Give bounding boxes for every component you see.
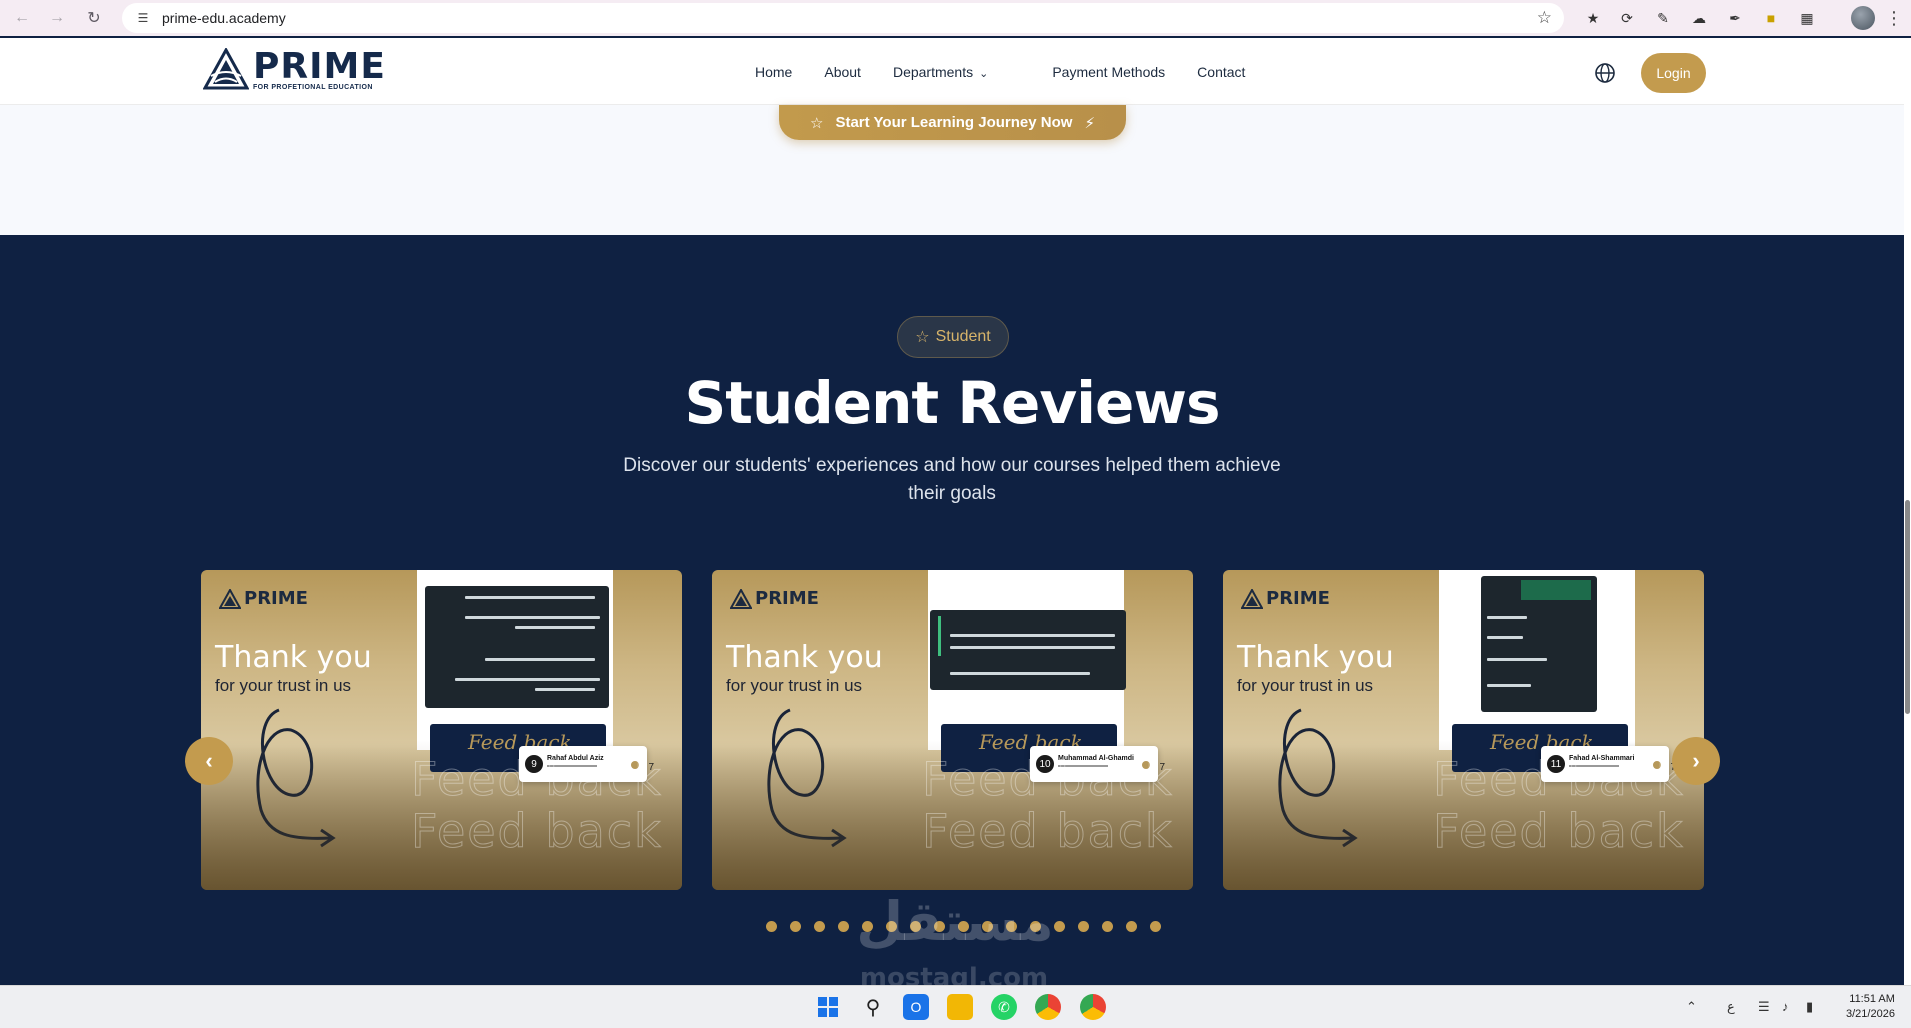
- system-clock[interactable]: 11:51 AM 3/21/2026: [1846, 992, 1895, 1022]
- clock-time: 11:51 AM: [1849, 993, 1895, 1005]
- forward-icon[interactable]: →: [40, 1, 74, 35]
- card-logo: PRIME: [1241, 588, 1330, 609]
- nav-departments-label: Departments: [892, 64, 974, 80]
- section-title: Student Reviews: [684, 369, 1221, 437]
- student-reviews-section: ☆ Student Student Reviews Discover our s…: [0, 235, 1904, 985]
- card-logo-word: PRIME: [244, 588, 308, 609]
- clock-date: 3/21/2026: [1846, 1008, 1895, 1020]
- trust-text: for your trust in us: [1237, 676, 1374, 695]
- carousel-dot[interactable]: [1102, 921, 1113, 932]
- card-logo-word: PRIME: [1266, 588, 1330, 609]
- card-logo-word: PRIME: [755, 588, 819, 609]
- thank-you-text: Thank you: [215, 640, 372, 675]
- feedback-outline: Feed back: [1433, 752, 1685, 807]
- feedback-outline: Feed back: [922, 804, 1174, 859]
- review-card[interactable]: PRIME Thank you for your trust in us Fee…: [201, 570, 682, 890]
- feedback-outline: Feed back: [1433, 804, 1685, 859]
- bolt-icon: ⚡︎: [1084, 114, 1095, 132]
- search-icon[interactable]: ⚲: [860, 994, 886, 1020]
- battery-icon[interactable]: ▮: [1806, 999, 1813, 1015]
- menu-kebab-icon[interactable]: ⋮: [1885, 6, 1903, 30]
- trust-text: for your trust in us: [726, 676, 863, 695]
- volume-icon[interactable]: ♪: [1782, 999, 1789, 1014]
- prime-logo-icon: [1241, 588, 1263, 609]
- page-scrollbar[interactable]: [1904, 38, 1911, 985]
- hero-section: ☆ Start Your Learning Journey Now ⚡︎: [0, 105, 1904, 235]
- badge-extension-icon[interactable]: ■: [1759, 6, 1783, 30]
- whatsapp-icon[interactable]: ✆: [991, 994, 1017, 1020]
- wifi-icon[interactable]: ☰: [1758, 999, 1770, 1015]
- scrollbar-thumb[interactable]: [1905, 500, 1910, 714]
- star-icon: ☆: [810, 114, 824, 132]
- prime-logo-icon: [219, 588, 241, 609]
- carousel-dot[interactable]: [790, 921, 801, 932]
- bookmark-star-icon[interactable]: ☆: [1537, 8, 1552, 28]
- prime-logo-icon: [730, 588, 752, 609]
- review-card[interactable]: PRIME Thank you for your trust in us Fee…: [1223, 570, 1704, 890]
- browser-toolbar: ← → ↻ ☰ prime-edu.academy ☆ ★ ⟳ ✎ ☁ ✒ ■ …: [0, 0, 1911, 36]
- logo-tagline: FOR PROFETIONAL EDUCATION: [253, 83, 373, 91]
- thank-you-text: Thank you: [1237, 640, 1394, 675]
- prime-logo-icon: [203, 48, 249, 90]
- card-logo: PRIME: [730, 588, 819, 609]
- cloud-icon[interactable]: ☁: [1687, 6, 1711, 30]
- chrome-icon[interactable]: [1035, 994, 1061, 1020]
- feedback-outline: Feed back: [922, 752, 1174, 807]
- profile-avatar[interactable]: [1851, 6, 1875, 30]
- login-button[interactable]: Login: [1641, 53, 1706, 93]
- extension-icon[interactable]: ★: [1581, 6, 1605, 30]
- edit-icon[interactable]: ✎: [1651, 6, 1675, 30]
- outlook-icon[interactable]: O: [903, 994, 929, 1020]
- address-bar[interactable]: ☰ prime-edu.academy ☆: [122, 3, 1564, 33]
- nav-departments[interactable]: Departments ⌄: [893, 64, 1020, 80]
- watermark-logo: مستقل: [856, 890, 1054, 953]
- chevron-down-icon: ⌄: [979, 68, 989, 80]
- feedback-outline: Feed back: [411, 752, 663, 807]
- address-url: prime-edu.academy: [162, 10, 286, 26]
- carousel-dot[interactable]: [1126, 921, 1137, 932]
- reload-icon[interactable]: ↻: [77, 1, 111, 35]
- site-header: PRIME FOR PROFETIONAL EDUCATION Home Abo…: [0, 38, 1904, 105]
- puzzle-icon[interactable]: ▦: [1795, 6, 1819, 30]
- thank-you-text: Thank you: [726, 640, 883, 675]
- chat-screenshot: [425, 586, 609, 708]
- student-badge: ☆ Student: [897, 316, 1009, 358]
- site-logo[interactable]: PRIME FOR PROFETIONAL EDUCATION: [203, 48, 386, 92]
- windows-taskbar: ⚲ O ✆ ⌃ ع ☰ ♪ ▮ 11:51 AM 3/21/2026: [0, 985, 1911, 1028]
- start-journey-label: Start Your Learning Journey Now: [835, 114, 1073, 131]
- chrome-profile-icon[interactable]: [1080, 994, 1106, 1020]
- trust-text: for your trust in us: [215, 676, 352, 695]
- site-info-icon[interactable]: ☰: [134, 9, 152, 27]
- feedback-outline: Feed back: [411, 804, 663, 859]
- main-nav: Home About Departments ⌄ Payment Methods …: [755, 64, 1277, 80]
- nav-contact[interactable]: Contact: [1197, 64, 1245, 80]
- input-language[interactable]: ع: [1727, 999, 1735, 1015]
- card-logo: PRIME: [219, 588, 308, 609]
- chat-screenshot: [930, 610, 1126, 690]
- nav-home[interactable]: Home: [755, 64, 792, 80]
- start-journey-button[interactable]: ☆ Start Your Learning Journey Now ⚡︎: [779, 105, 1126, 140]
- watermark-url: mostaql.com: [859, 963, 1049, 985]
- eyedropper-icon[interactable]: ✒: [1723, 6, 1747, 30]
- sync-icon[interactable]: ⟳: [1615, 6, 1639, 30]
- carousel-dot[interactable]: [766, 921, 777, 932]
- star-icon: ☆: [915, 329, 930, 346]
- section-subtitle: Discover our students' experiences and h…: [623, 455, 1281, 504]
- nav-payment-methods[interactable]: Payment Methods: [1052, 64, 1165, 80]
- nav-about[interactable]: About: [824, 64, 861, 80]
- language-globe-icon[interactable]: [1594, 62, 1616, 84]
- review-card[interactable]: PRIME Thank you for your trust in us Fee…: [712, 570, 1193, 890]
- file-explorer-icon[interactable]: [947, 994, 973, 1020]
- carousel-dot[interactable]: [1150, 921, 1161, 932]
- carousel-prev-button[interactable]: ‹: [185, 737, 233, 785]
- badge-label: Student: [935, 328, 991, 345]
- chat-screenshot: [1481, 576, 1597, 712]
- carousel-next-button[interactable]: ›: [1672, 737, 1720, 785]
- logo-wordmark: PRIME: [253, 45, 386, 87]
- carousel-dot[interactable]: [814, 921, 825, 932]
- tray-chevron-icon[interactable]: ⌃: [1686, 999, 1697, 1015]
- windows-start-icon[interactable]: [815, 994, 841, 1020]
- back-icon[interactable]: ←: [5, 1, 39, 35]
